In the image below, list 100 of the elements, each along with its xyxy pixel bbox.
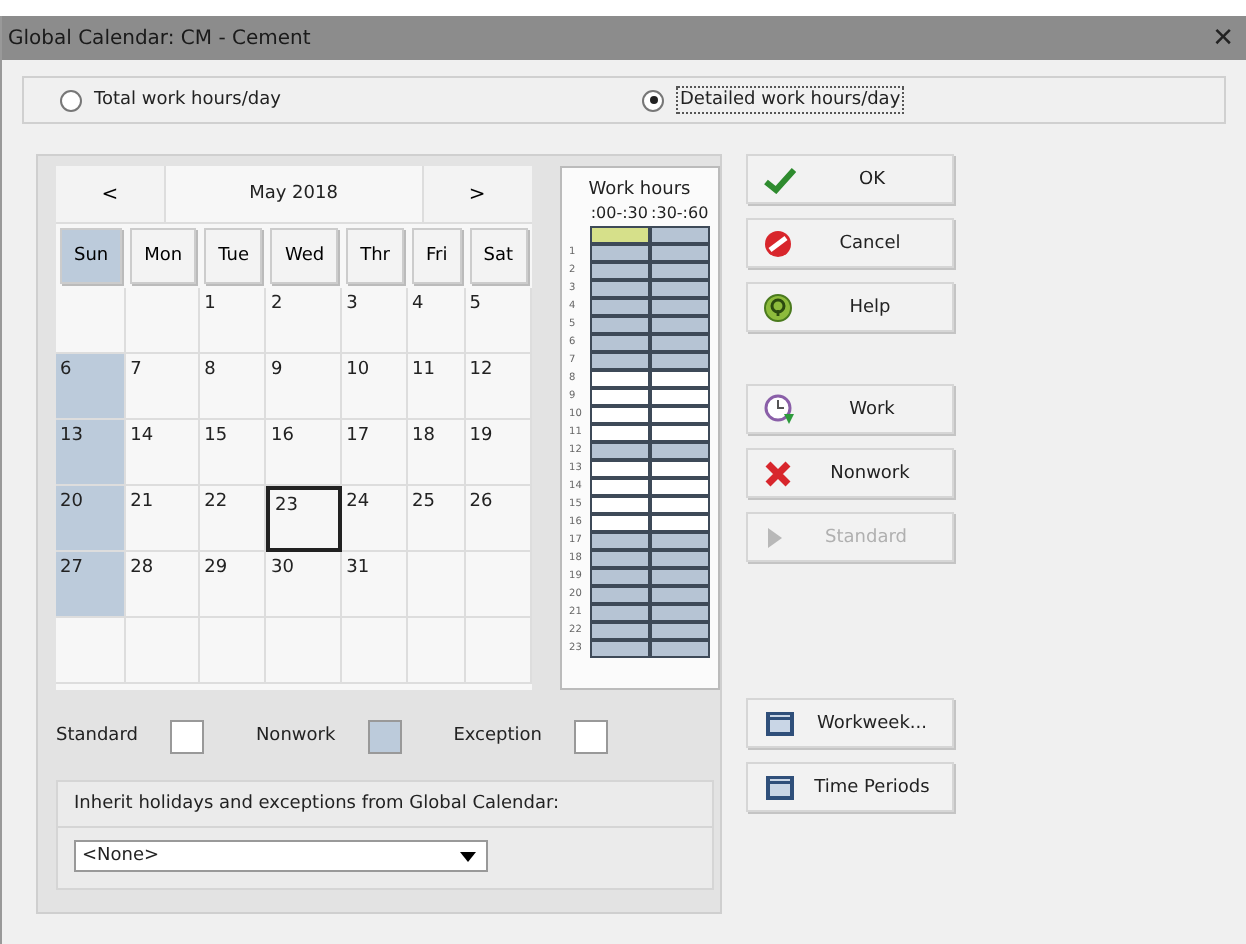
half-hour-cell[interactable] bbox=[649, 244, 711, 262]
half-hour-cell[interactable] bbox=[649, 532, 711, 550]
day-cell[interactable]: 30 bbox=[266, 552, 343, 618]
day-cell[interactable]: 27 bbox=[56, 552, 127, 618]
help-button[interactable]: Help bbox=[746, 282, 954, 332]
half-hour-cell[interactable] bbox=[589, 568, 650, 586]
half-hour-cell[interactable] bbox=[649, 280, 711, 298]
half-hour-cell[interactable] bbox=[649, 370, 711, 388]
half-hour-cell[interactable] bbox=[589, 406, 650, 424]
half-hour-cell[interactable] bbox=[589, 460, 650, 478]
day-cell[interactable] bbox=[342, 618, 409, 684]
radio-button[interactable] bbox=[60, 89, 82, 111]
day-cell[interactable]: 7 bbox=[126, 354, 201, 420]
day-cell[interactable]: 5 bbox=[465, 288, 532, 354]
day-cell[interactable] bbox=[56, 618, 127, 684]
next-month-button[interactable]: > bbox=[421, 166, 532, 222]
half-hour-cell[interactable] bbox=[589, 262, 650, 280]
weekday-header[interactable]: Fri bbox=[412, 228, 462, 284]
day-cell[interactable] bbox=[408, 552, 466, 618]
weekday-header[interactable]: Tue bbox=[204, 228, 263, 284]
day-cell[interactable]: 15 bbox=[200, 420, 267, 486]
half-hour-cell[interactable] bbox=[649, 496, 711, 514]
half-hour-cell[interactable] bbox=[649, 640, 711, 658]
radio-button[interactable] bbox=[642, 89, 664, 111]
radio-label[interactable]: Detailed work hours/day bbox=[676, 86, 905, 114]
weekday-header[interactable]: Sun bbox=[60, 228, 123, 284]
ok-button[interactable]: OK bbox=[746, 154, 954, 204]
day-cell[interactable] bbox=[465, 552, 532, 618]
half-hour-cell[interactable] bbox=[589, 316, 650, 334]
half-hour-cell[interactable] bbox=[589, 604, 650, 622]
weekday-header[interactable]: Thr bbox=[346, 228, 405, 284]
day-cell[interactable]: 23 bbox=[266, 486, 343, 552]
half-hour-cell[interactable] bbox=[589, 514, 650, 532]
day-cell[interactable] bbox=[126, 618, 201, 684]
day-cell[interactable]: 3 bbox=[342, 288, 409, 354]
half-hour-cell[interactable] bbox=[589, 226, 650, 244]
weekday-header[interactable]: Wed bbox=[270, 228, 339, 284]
day-cell[interactable]: 12 bbox=[465, 354, 532, 420]
half-hour-cell[interactable] bbox=[649, 514, 711, 532]
half-hour-cell[interactable] bbox=[589, 424, 650, 442]
action-button[interactable]: Work bbox=[746, 384, 954, 434]
day-cell[interactable]: 20 bbox=[56, 486, 127, 552]
half-hour-cell[interactable] bbox=[649, 424, 711, 442]
day-cell[interactable] bbox=[56, 288, 127, 354]
radio-label[interactable]: Total work hours/day bbox=[94, 90, 281, 110]
day-cell[interactable]: 29 bbox=[200, 552, 267, 618]
day-cell[interactable]: 24 bbox=[342, 486, 409, 552]
half-hour-cell[interactable] bbox=[649, 550, 711, 568]
half-hour-cell[interactable] bbox=[589, 334, 650, 352]
day-cell[interactable] bbox=[266, 618, 343, 684]
half-hour-cell[interactable] bbox=[649, 334, 711, 352]
day-cell[interactable]: 2 bbox=[266, 288, 343, 354]
day-cell[interactable]: 1 bbox=[200, 288, 267, 354]
day-cell[interactable]: 17 bbox=[342, 420, 409, 486]
day-cell[interactable]: 10 bbox=[342, 354, 409, 420]
weekday-header[interactable]: Mon bbox=[130, 228, 197, 284]
half-hour-cell[interactable] bbox=[589, 298, 650, 316]
weekday-header[interactable]: Sat bbox=[469, 228, 528, 284]
day-cell[interactable] bbox=[465, 618, 532, 684]
half-hour-cell[interactable] bbox=[589, 550, 650, 568]
half-hour-cell[interactable] bbox=[589, 244, 650, 262]
day-cell[interactable] bbox=[408, 618, 466, 684]
half-hour-cell[interactable] bbox=[649, 442, 711, 460]
action-button[interactable]: Workweek... bbox=[746, 698, 954, 748]
day-cell[interactable]: 4 bbox=[408, 288, 466, 354]
half-hour-cell[interactable] bbox=[589, 388, 650, 406]
half-hour-cell[interactable] bbox=[589, 352, 650, 370]
day-cell[interactable]: 16 bbox=[266, 420, 343, 486]
half-hour-cell[interactable] bbox=[649, 262, 711, 280]
previous-month-button[interactable]: < bbox=[56, 166, 166, 222]
half-hour-cell[interactable] bbox=[589, 586, 650, 604]
half-hour-cell[interactable] bbox=[589, 640, 650, 658]
day-cell[interactable]: 9 bbox=[266, 354, 343, 420]
action-button[interactable]: Time Periods bbox=[746, 762, 954, 812]
half-hour-cell[interactable] bbox=[649, 568, 711, 586]
day-cell[interactable]: 19 bbox=[465, 420, 532, 486]
close-button[interactable]: ✕ bbox=[1212, 23, 1234, 53]
day-cell[interactable]: 6 bbox=[56, 354, 127, 420]
half-hour-cell[interactable] bbox=[649, 298, 711, 316]
day-cell[interactable]: 21 bbox=[126, 486, 201, 552]
half-hour-cell[interactable] bbox=[589, 478, 650, 496]
action-button[interactable]: Nonwork bbox=[746, 448, 954, 498]
day-cell[interactable] bbox=[200, 618, 267, 684]
half-hour-cell[interactable] bbox=[649, 226, 711, 244]
day-cell[interactable]: 26 bbox=[465, 486, 532, 552]
half-hour-cell[interactable] bbox=[589, 280, 650, 298]
day-cell[interactable]: 13 bbox=[56, 420, 127, 486]
day-cell[interactable]: 18 bbox=[408, 420, 466, 486]
day-cell[interactable]: 8 bbox=[200, 354, 267, 420]
half-hour-cell[interactable] bbox=[649, 460, 711, 478]
half-hour-cell[interactable] bbox=[589, 496, 650, 514]
day-cell[interactable]: 14 bbox=[126, 420, 201, 486]
half-hour-cell[interactable] bbox=[649, 604, 711, 622]
half-hour-cell[interactable] bbox=[649, 406, 711, 424]
day-cell[interactable]: 25 bbox=[408, 486, 466, 552]
half-hour-cell[interactable] bbox=[589, 370, 650, 388]
cancel-button[interactable]: Cancel bbox=[746, 218, 954, 268]
half-hour-cell[interactable] bbox=[649, 352, 711, 370]
half-hour-cell[interactable] bbox=[649, 316, 711, 334]
half-hour-cell[interactable] bbox=[649, 622, 711, 640]
